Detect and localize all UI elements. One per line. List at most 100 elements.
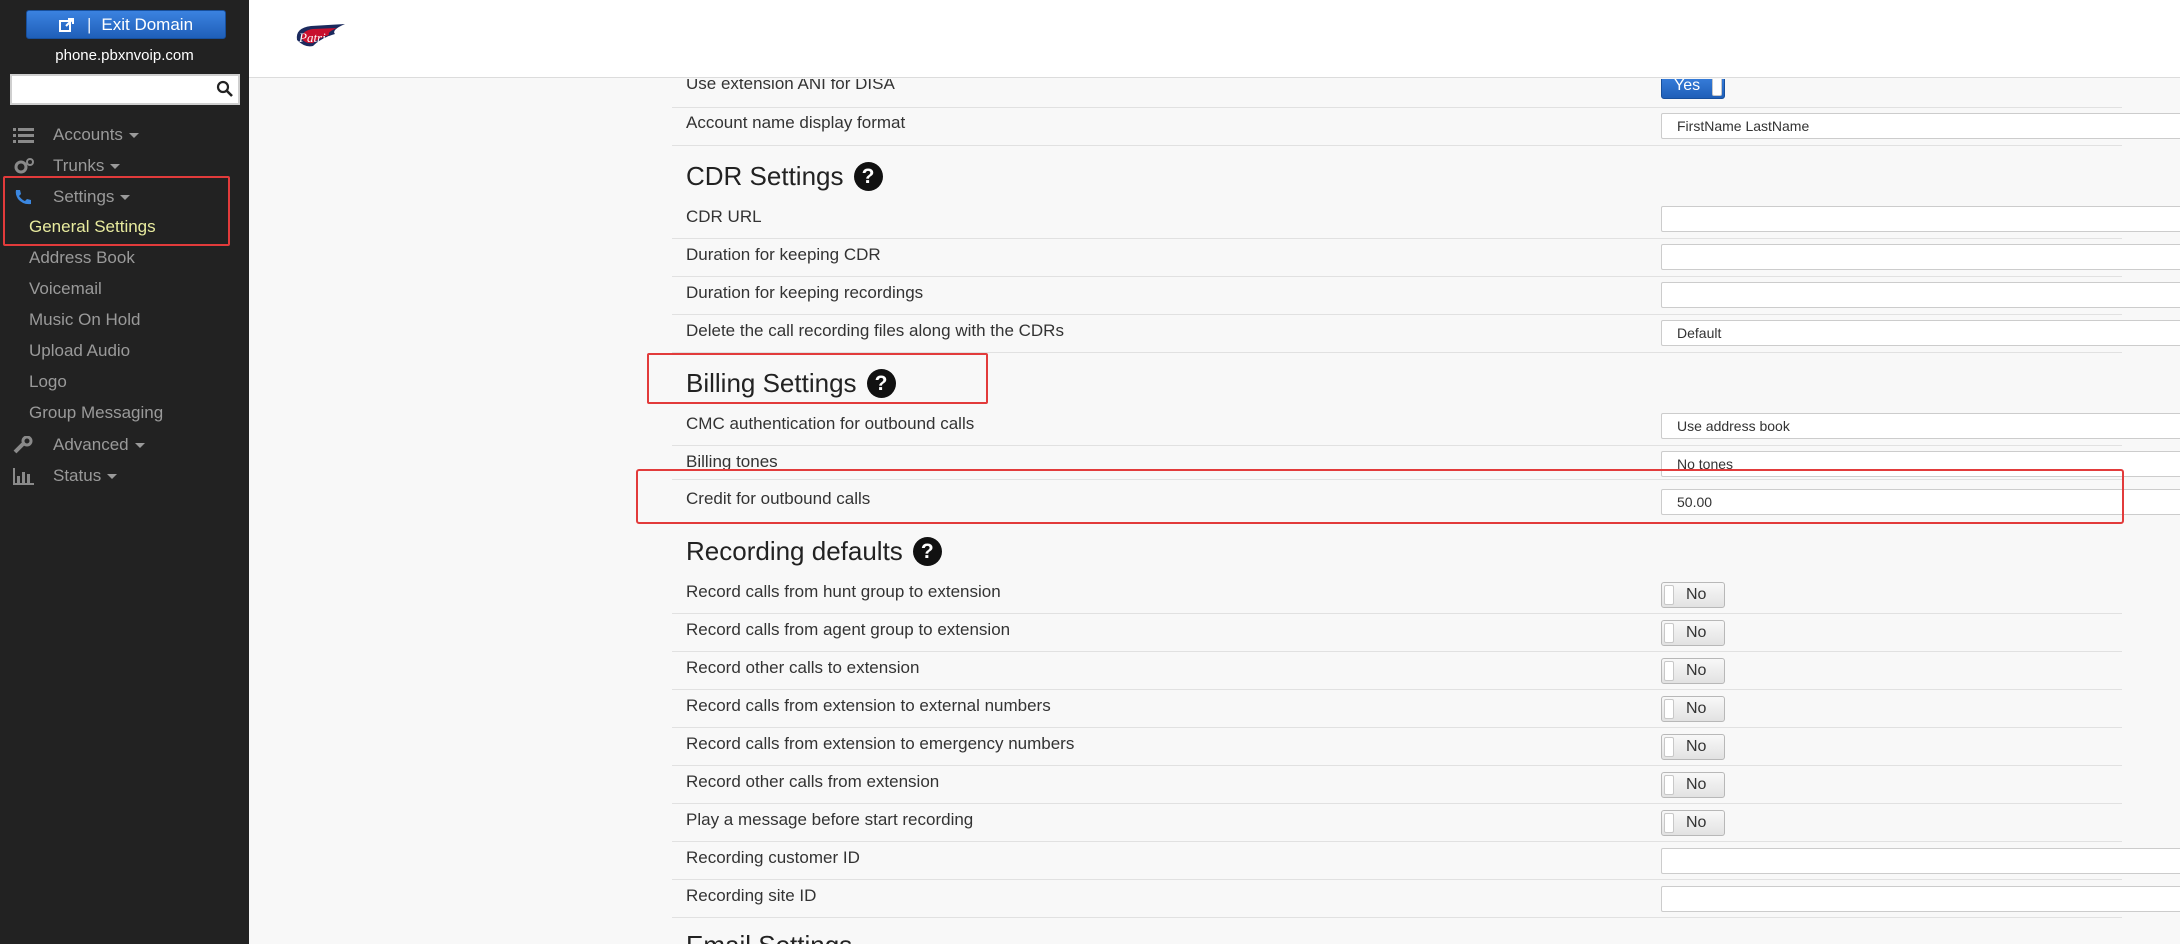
caret-down-icon <box>134 443 145 449</box>
record-external-toggle[interactable]: No <box>1661 696 1725 722</box>
toggle-knob <box>1664 737 1674 757</box>
search-box <box>10 74 240 105</box>
nav-status[interactable]: Status <box>0 461 249 491</box>
toggle-knob <box>1664 661 1674 681</box>
top-header: Patriots <box>249 0 2180 78</box>
section-title-text: Email Settings <box>686 930 852 944</box>
row-label: Credit for outbound calls <box>686 489 871 508</box>
customer-id-input[interactable] <box>1661 848 2180 874</box>
toggle-knob <box>1664 775 1674 795</box>
record-emergency-toggle[interactable]: No <box>1661 734 1725 760</box>
row-label: Recording site ID <box>686 886 817 905</box>
row-record-emergency: Record calls from extension to emergency… <box>672 728 2122 766</box>
list-icon <box>13 128 34 143</box>
toggle-text: No <box>1686 814 1707 831</box>
sidebar: | Exit Domain phone.pbxnvoip.com Account… <box>0 0 249 944</box>
toggle-knob <box>1664 813 1674 833</box>
row-label: Billing tones <box>686 452 778 471</box>
delete-recordings-select[interactable]: Default ▼ <box>1661 320 2180 346</box>
row-label: CDR URL <box>686 207 762 226</box>
exit-domain-label: Exit Domain <box>101 14 194 34</box>
row-label: Record other calls from extension <box>686 772 940 791</box>
row-label: Record calls from hunt group to extensio… <box>686 582 1001 601</box>
toggle-text: No <box>1686 586 1707 603</box>
toggle-knob <box>1664 585 1674 605</box>
row-label: Duration for keeping recordings <box>686 283 924 302</box>
wrench-icon <box>13 436 33 454</box>
billing-tones-select[interactable]: No tones ▼ <box>1661 451 2180 477</box>
record-agent-toggle[interactable]: No <box>1661 620 1725 646</box>
nav-trunks[interactable]: Trunks <box>0 151 249 181</box>
section-title-text: Recording defaults <box>686 536 903 566</box>
row-label: CMC authentication for outbound calls <box>686 414 975 433</box>
email-settings-title: Email Settings <box>686 930 852 944</box>
row-record-other-to: Record other calls to extension <box>672 652 2122 690</box>
keep-cdr-select[interactable]: ▼ <box>1661 244 2180 270</box>
team-logo: Patriots <box>291 20 349 55</box>
record-other-to-toggle[interactable]: No <box>1661 658 1725 684</box>
nav-trunks-label: Trunks <box>53 156 105 175</box>
site-id-input[interactable] <box>1661 886 2180 912</box>
row-record-hunt: Record calls from hunt group to extensio… <box>672 576 2122 614</box>
cmc-auth-select[interactable]: Use address book ▼ <box>1661 413 2180 439</box>
select-value: FirstName LastName <box>1677 118 1810 134</box>
nav-advanced-label: Advanced <box>53 435 129 454</box>
cdr-settings-title: CDR Settings ? <box>686 161 883 192</box>
external-link-icon <box>58 17 74 32</box>
row-label: Record calls from extension to emergency… <box>686 734 1075 753</box>
toggle-text: No <box>1686 700 1707 717</box>
row-label: Use extension ANI for DISA <box>686 79 895 93</box>
sidebar-item-general-settings[interactable]: General Settings <box>29 217 156 237</box>
sidebar-item-address-book[interactable]: Address Book <box>29 248 135 268</box>
nav-settings-label: Settings <box>53 187 115 206</box>
search-icon[interactable] <box>216 80 234 98</box>
row-record-external: Record calls from extension to external … <box>672 690 2122 728</box>
row-label: Account name display format <box>686 113 906 132</box>
nav-advanced[interactable]: Advanced <box>0 430 249 460</box>
sidebar-item-group-messaging[interactable]: Group Messaging <box>29 403 163 423</box>
row-ani-disa: Use extension ANI for DISA <box>672 79 2122 108</box>
help-icon[interactable]: ? <box>912 537 942 566</box>
select-value: No tones <box>1677 456 1734 472</box>
recording-defaults-title: Recording defaults ? <box>686 536 942 567</box>
input-value: 50.00 <box>1677 494 1713 510</box>
row-label: Recording customer ID <box>686 848 860 867</box>
credit-outbound-input[interactable]: 50.00 <box>1661 489 2180 515</box>
caret-down-icon <box>128 133 139 139</box>
nav-accounts-label: Accounts <box>53 125 123 144</box>
caret-down-icon <box>120 195 131 201</box>
logo-text: Patriots <box>298 30 341 45</box>
nav-settings[interactable]: Settings <box>0 182 249 212</box>
record-other-from-toggle[interactable]: No <box>1661 772 1725 798</box>
sidebar-item-logo[interactable]: Logo <box>29 372 67 392</box>
toggle-text: Yes <box>1674 79 1701 94</box>
keep-recordings-select[interactable]: ▼ <box>1661 282 2180 308</box>
row-label: Play a message before start recording <box>686 810 974 829</box>
billing-settings-title: Billing Settings ? <box>686 368 896 399</box>
bar-chart-icon <box>13 468 34 485</box>
sidebar-item-voicemail[interactable]: Voicemail <box>29 279 102 299</box>
play-message-toggle[interactable]: No <box>1661 810 1725 836</box>
gears-icon <box>14 158 34 174</box>
sidebar-item-music-on-hold[interactable]: Music On Hold <box>29 310 140 330</box>
ani-disa-toggle[interactable]: Yes <box>1661 79 1725 99</box>
cdr-url-input[interactable] <box>1661 206 2180 232</box>
search-input[interactable] <box>12 76 202 103</box>
toggle-knob <box>1712 79 1722 96</box>
record-hunt-toggle[interactable]: No <box>1661 582 1725 608</box>
toggle-knob <box>1664 623 1674 643</box>
exit-separator: | <box>86 14 92 34</box>
sidebar-item-upload-audio[interactable]: Upload Audio <box>29 341 130 361</box>
toggle-text: No <box>1686 738 1707 755</box>
row-label: Delete the call recording files along wi… <box>686 321 1064 340</box>
help-icon[interactable]: ? <box>853 162 883 191</box>
help-icon[interactable]: ? <box>866 369 896 398</box>
row-label: Duration for keeping CDR <box>686 245 881 264</box>
toggle-text: No <box>1686 776 1707 793</box>
nav-accounts[interactable]: Accounts <box>0 120 249 150</box>
settings-content: Use extension ANI for DISA Yes Account n… <box>249 79 2180 944</box>
select-value: Use address book <box>1677 418 1790 434</box>
account-name-format-select[interactable]: FirstName LastName ▼ <box>1661 113 2180 139</box>
toggle-text: No <box>1686 662 1707 679</box>
exit-domain-button[interactable]: | Exit Domain <box>26 10 226 39</box>
